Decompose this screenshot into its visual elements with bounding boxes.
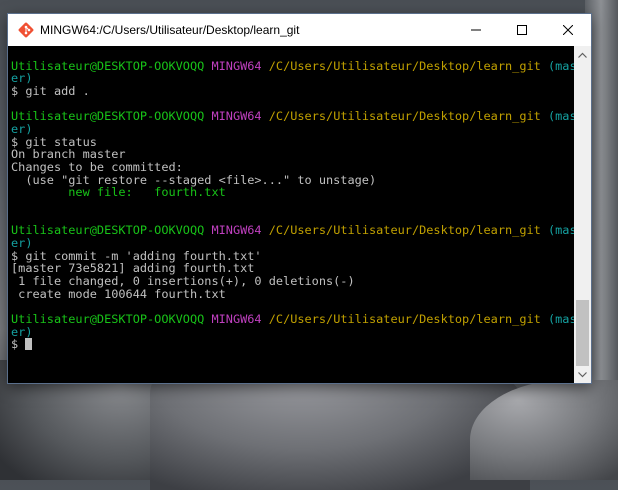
prompt-branch-wrap: er) <box>11 236 33 251</box>
git-bash-icon <box>18 22 34 38</box>
prompt-line: Utilisateur@DESKTOP-OOKVOQQ MINGW64 /C/U… <box>11 110 574 123</box>
prompt-env: MINGW64 <box>211 223 262 238</box>
close-icon <box>563 25 573 35</box>
maximize-button[interactable] <box>499 14 545 46</box>
window-title: MINGW64:/C/Users/Utilisateur/Desktop/lea… <box>40 23 300 37</box>
close-button[interactable] <box>545 14 591 46</box>
vertical-scrollbar[interactable] <box>574 46 591 383</box>
output-line: create mode 100644 fourth.txt <box>11 286 226 301</box>
prompt-path: /C/Users/Utilisateur/Desktop/learn_git <box>268 109 541 124</box>
window-controls <box>453 14 591 46</box>
prompt-env: MINGW64 <box>211 109 262 124</box>
prompt-user: Utilisateur@DESKTOP-OOKVOQQ <box>11 223 205 238</box>
scrollbar-thumb[interactable] <box>576 300 589 366</box>
output-line: Changes to be committed: <box>11 160 183 175</box>
terminal-output[interactable]: Utilisateur@DESKTOP-OOKVOQQ MINGW64 /C/U… <box>8 46 574 383</box>
chevron-up-icon <box>578 52 587 58</box>
prompt-branch: (mast <box>547 312 574 327</box>
prompt-path: /C/Users/Utilisateur/Desktop/learn_git <box>268 58 541 73</box>
chevron-down-icon <box>578 371 587 377</box>
command-prompt: $ <box>11 337 26 352</box>
title-bar[interactable]: MINGW64:/C/Users/Utilisateur/Desktop/lea… <box>8 14 591 46</box>
prompt-branch: (mast <box>547 109 574 124</box>
prompt-env: MINGW64 <box>211 58 262 73</box>
prompt-line: Utilisateur@DESKTOP-OOKVOQQ MINGW64 /C/U… <box>11 58 574 73</box>
prompt-line: Utilisateur@DESKTOP-OOKVOQQ MINGW64 /C/U… <box>11 224 574 237</box>
staged-file-line: new file: fourth.txt <box>11 185 226 200</box>
prompt-user: Utilisateur@DESKTOP-OOKVOQQ <box>11 109 205 124</box>
prompt-user: Utilisateur@DESKTOP-OOKVOQQ <box>11 312 205 327</box>
prompt-branch: (mast <box>547 58 574 73</box>
minimize-icon <box>471 29 481 31</box>
command-line[interactable]: $ <box>11 338 574 351</box>
command-line: $ git add . <box>11 84 90 99</box>
prompt-path: /C/Users/Utilisateur/Desktop/learn_git <box>268 312 541 327</box>
prompt-user: Utilisateur@DESKTOP-OOKVOQQ <box>11 58 205 73</box>
prompt-path: /C/Users/Utilisateur/Desktop/learn_git <box>268 223 541 238</box>
maximize-icon <box>517 25 527 35</box>
prompt-env: MINGW64 <box>211 312 262 327</box>
prompt-branch: (mast <box>547 223 574 238</box>
prompt-branch-wrap: er) <box>11 71 33 86</box>
prompt-branch-wrap: er) <box>11 122 33 137</box>
text-cursor <box>25 338 33 351</box>
output-line: 1 file changed, 0 insertions(+), 0 delet… <box>11 274 355 289</box>
scroll-up-button[interactable] <box>574 46 591 63</box>
minimize-button[interactable] <box>453 14 499 46</box>
prompt-branch-wrap: er) <box>11 324 33 339</box>
terminal-window[interactable]: MINGW64:/C/Users/Utilisateur/Desktop/lea… <box>8 14 591 383</box>
prompt-line: Utilisateur@DESKTOP-OOKVOQQ MINGW64 /C/U… <box>11 313 574 326</box>
scroll-down-button[interactable] <box>574 366 591 383</box>
